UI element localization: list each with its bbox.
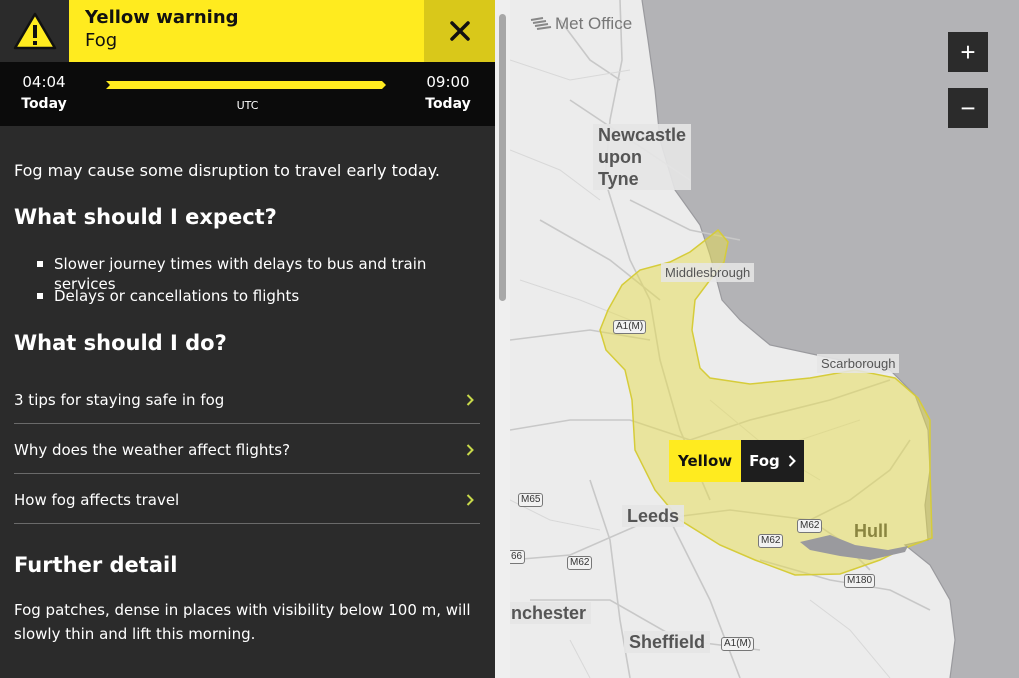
road-label-m62: M62 — [567, 556, 593, 570]
zoom-out-button[interactable]: − — [948, 88, 988, 128]
start-time: 04:04 — [22, 73, 66, 91]
warning-header: Yellow warning Fog — [0, 0, 495, 62]
scrollbar-thumb[interactable] — [499, 14, 506, 301]
chevron-right-icon — [466, 394, 474, 406]
fog-travel-link[interactable]: How fog affects travel — [14, 474, 480, 524]
road-label-m62: M62 — [758, 534, 784, 548]
weather-flights-link[interactable]: Why does the weather affect flights? — [14, 424, 480, 474]
list-item: Slower journey times with delays to bus … — [14, 254, 480, 293]
tag-warning-level: Yellow — [669, 440, 742, 482]
warning-summary: Fog may cause some disruption to travel … — [14, 161, 440, 180]
place-label-newcastle: Newcastle upon Tyne — [593, 124, 691, 190]
close-icon — [449, 21, 470, 41]
met-office-wordmark: Met Office — [555, 14, 633, 33]
expect-heading: What should I expect? — [14, 205, 277, 229]
met-office-logo: Met Office — [530, 14, 632, 34]
tag-warning-type: Fog — [741, 440, 804, 482]
timeline-track — [106, 81, 386, 89]
tag-type-label: Fog — [749, 452, 780, 470]
further-detail-text: Fog patches, dense in places with visibi… — [14, 601, 471, 643]
further-heading: Further detail — [14, 553, 178, 577]
link-label: 3 tips for staying safe in fog — [14, 391, 225, 409]
fog-safety-tips-link[interactable]: 3 tips for staying safe in fog — [14, 374, 480, 424]
warning-content: Fog may cause some disruption to travel … — [14, 126, 480, 646]
road-label-a1m: A1(M) — [721, 637, 755, 651]
chevron-right-icon — [788, 455, 796, 467]
warning-panel: Yellow warning Fog 04:04 Today UTC 09:00… — [0, 0, 495, 678]
place-label-scarborough: Scarborough — [817, 354, 900, 373]
road-label-m66: 66 — [510, 550, 526, 564]
road-label-m180: M180 — [844, 574, 876, 588]
warning-map[interactable]: Met Office + − Newcastle upon Tyne Middl… — [510, 0, 1019, 678]
place-label-manchester: nchester — [510, 602, 592, 624]
end-day: Today — [425, 96, 471, 112]
place-label-leeds: Leeds — [622, 505, 685, 527]
road-label-m62: M62 — [797, 519, 823, 533]
chevron-right-icon — [466, 444, 474, 456]
expect-list: Slower journey times with delays to bus … — [14, 254, 480, 318]
advice-links: 3 tips for staying safe in fog Why does … — [14, 374, 480, 524]
list-item: Delays or cancellations to flights — [14, 286, 480, 318]
map-warning-tag[interactable]: Yellow Fog — [669, 440, 804, 482]
place-label-hull: Hull — [854, 521, 888, 541]
close-button[interactable] — [424, 0, 495, 62]
warning-type: Fog — [85, 30, 118, 51]
warning-title: Yellow warning Fog — [85, 6, 239, 53]
timeline-end: 09:00 Today — [413, 72, 483, 116]
do-heading: What should I do? — [14, 331, 227, 355]
place-label-sheffield: Sheffield — [624, 631, 711, 653]
chevron-right-icon — [466, 494, 474, 506]
end-time: 09:00 — [426, 73, 470, 91]
road-label-a1m: A1(M) — [613, 320, 647, 334]
zoom-in-button[interactable]: + — [948, 32, 988, 72]
place-label-middlesbrough: Middlesbrough — [661, 263, 755, 282]
met-office-logo-icon — [530, 17, 552, 30]
road-label-m65: M65 — [518, 493, 544, 507]
warning-level: Yellow warning — [85, 7, 239, 28]
panel-scrollbar[interactable] — [495, 0, 510, 678]
link-label: How fog affects travel — [14, 491, 180, 509]
link-label: Why does the weather affect flights? — [14, 441, 291, 459]
warning-triangle-icon — [0, 0, 69, 62]
warning-timeline: 04:04 Today UTC 09:00 Today — [0, 62, 495, 126]
map-base — [510, 0, 1019, 678]
